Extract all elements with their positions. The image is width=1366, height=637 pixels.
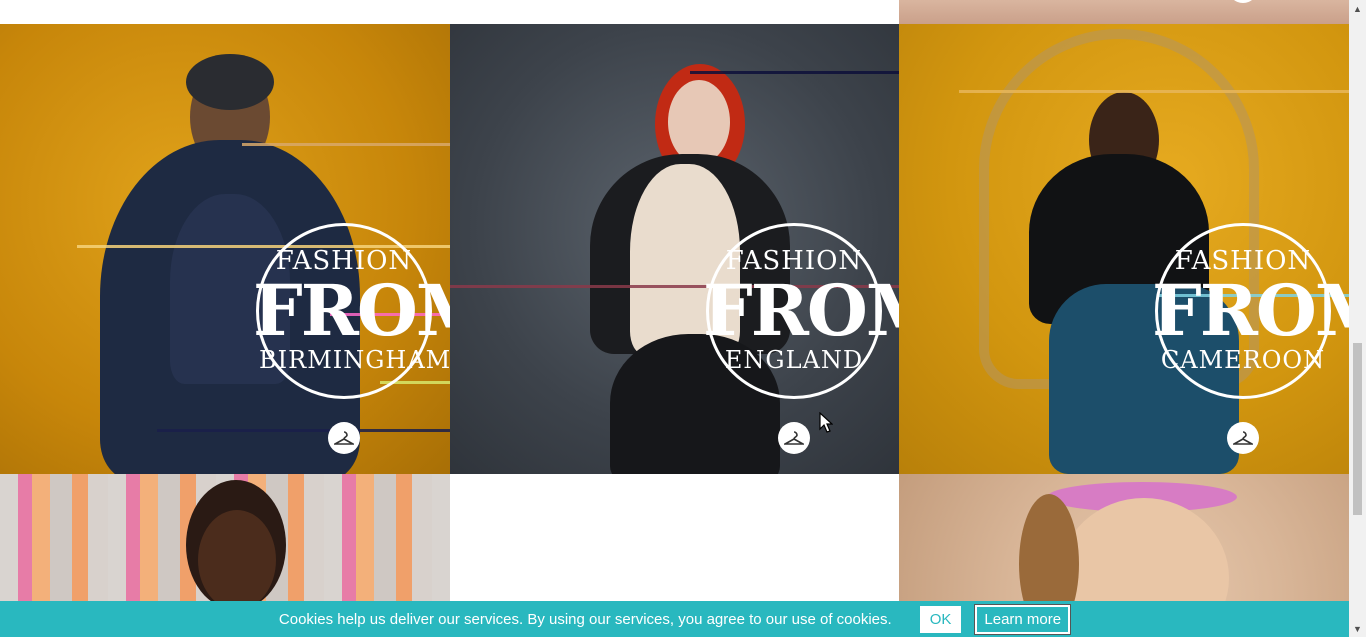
fashion-from-logo: FASHION FROM CAMEROON (1152, 223, 1349, 399)
logo-mid-text: FROM (253, 269, 450, 352)
scroll-thumb[interactable] (1353, 343, 1362, 515)
fashion-from-logo: FASHION FROM ENGLAND (703, 223, 899, 399)
ok-button[interactable]: OK (919, 605, 962, 633)
scroll-up-arrow-icon[interactable]: ▲ (1349, 0, 1366, 17)
glitch-line (959, 90, 1349, 93)
cookie-consent-bar: Cookies help us deliver our services. By… (0, 601, 1349, 637)
glitch-line (157, 429, 450, 432)
glitch-line (690, 71, 899, 74)
logo-bottom-text: ENGLAND (724, 346, 864, 374)
hanger-icon[interactable] (328, 422, 360, 454)
vertical-scrollbar[interactable]: ▲ ▼ (1349, 0, 1366, 637)
glitch-line (242, 143, 450, 146)
scroll-down-arrow-icon[interactable]: ▼ (1349, 620, 1366, 637)
logo-mid-text: FROM (703, 269, 899, 352)
fashion-from-logo: FASHION FROM BIRMINGHAM (253, 223, 450, 399)
gallery-tile-england[interactable]: FASHION FROM ENGLAND (450, 24, 899, 474)
hanger-icon[interactable] (1227, 422, 1259, 454)
cookie-message: Cookies help us deliver our services. By… (278, 610, 892, 628)
gallery-tile-birmingham[interactable]: FASHION FROM BIRMINGHAM (0, 24, 450, 474)
logo-mid-text: FROM (1152, 269, 1349, 352)
learn-more-button[interactable]: Learn more (974, 603, 1072, 635)
photo (899, 0, 1349, 24)
hanger-icon[interactable] (778, 422, 810, 454)
logo-bottom-text: BIRMINGHAM (259, 346, 450, 374)
mouse-cursor-icon (819, 412, 833, 433)
gallery-tile-cameroon[interactable]: FASHION FROM CAMEROON (899, 24, 1349, 474)
logo-bottom-text: CAMEROON (1160, 346, 1326, 374)
top-right-image-strip[interactable] (899, 0, 1349, 24)
